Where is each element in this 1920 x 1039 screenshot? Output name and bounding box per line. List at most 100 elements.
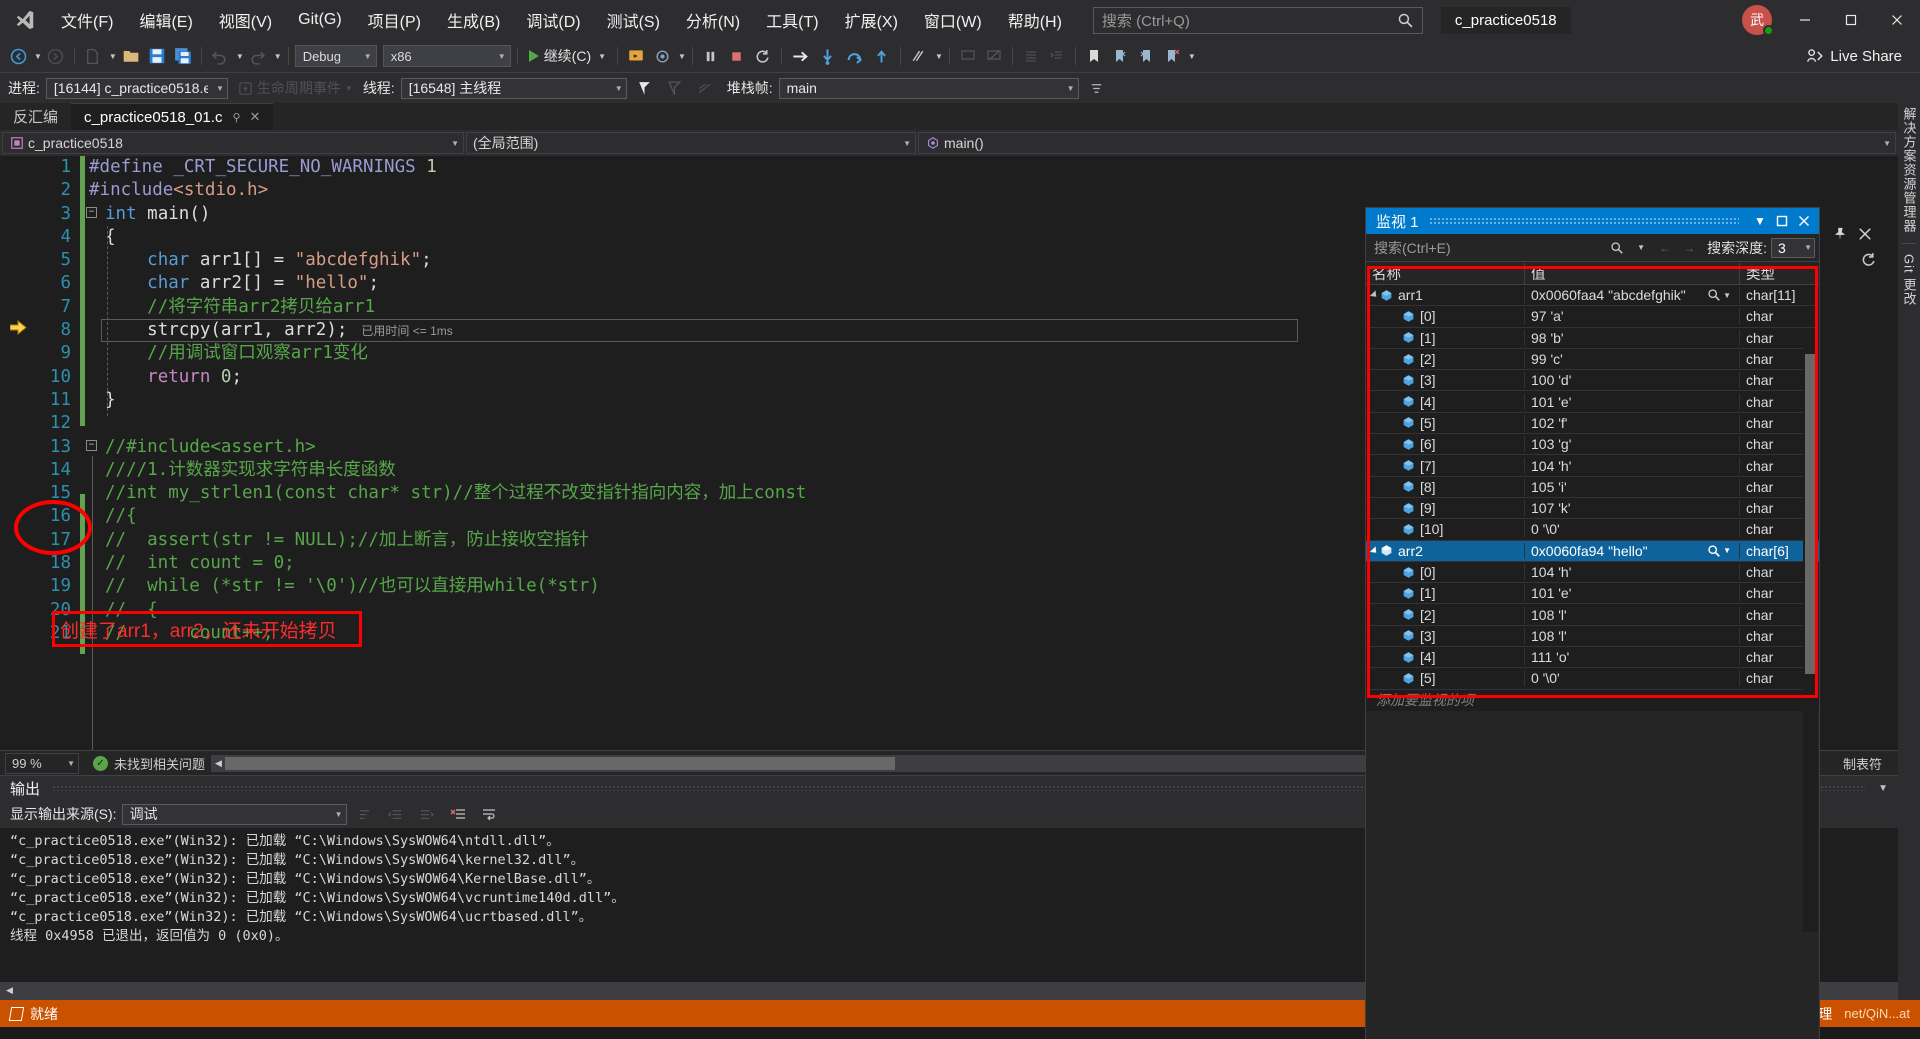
go-to-next-icon[interactable] <box>414 803 440 825</box>
global-search-input[interactable]: 搜索 (Ctrl+Q) <box>1092 6 1423 34</box>
table-row[interactable]: [10] 0 '\0' char <box>1366 519 1819 541</box>
table-row[interactable]: [5] 0 '\0' char <box>1366 668 1819 690</box>
table-row[interactable]: [8] 105 'i' char <box>1366 477 1819 498</box>
avatar[interactable]: 武 <box>1742 5 1774 36</box>
minimize-button[interactable] <box>1782 0 1828 40</box>
visualizer-chevron-down-icon[interactable]: ▼ <box>1723 291 1731 300</box>
close-icon[interactable] <box>1793 210 1815 232</box>
chevron-down-icon[interactable]: ▼ <box>1749 210 1771 232</box>
menu-debug[interactable]: 调试(D) <box>513 2 593 38</box>
watch-row-name-cell[interactable]: [1] <box>1366 330 1524 346</box>
watch-variable-value[interactable]: 0 '\0' <box>1524 521 1739 538</box>
menu-analyze[interactable]: 分析(N) <box>673 2 753 38</box>
navbar-member-select[interactable]: main() ▼ <box>918 132 1896 154</box>
save-all-icon[interactable] <box>171 44 195 68</box>
close-icon[interactable]: ✕ <box>250 109 261 125</box>
toolbar-overflow-chevron-icon[interactable]: ▼ <box>1188 52 1196 61</box>
pin-icon[interactable]: ⚲ <box>232 111 240 124</box>
save-icon[interactable] <box>145 44 169 68</box>
table-row[interactable]: [2] 99 'c' char <box>1366 349 1819 371</box>
watch-search-input[interactable]: 搜索(Ctrl+E) <box>1374 238 1603 258</box>
undo-icon[interactable] <box>208 44 232 68</box>
watch-row-name-cell[interactable]: [2] <box>1366 607 1524 623</box>
menu-git[interactable]: Git(G) <box>285 5 355 35</box>
tab-disassembly[interactable]: 反汇编 <box>0 103 71 130</box>
navbar-project-select[interactable]: c_practice0518 ▼ <box>2 132 464 154</box>
watch-variable-value[interactable]: 108 'l' <box>1524 627 1739 644</box>
watch-variable-value[interactable]: 111 'o' <box>1524 649 1739 666</box>
redo-icon[interactable] <box>246 44 270 68</box>
watch-row-name-cell[interactable]: [8] <box>1366 479 1524 495</box>
platform-select[interactable]: x86 ▼ <box>382 45 511 67</box>
watch-row-name-cell[interactable]: [1] <box>1366 585 1524 601</box>
watch-row-name-cell[interactable]: [5] <box>1366 415 1524 431</box>
editor-glyph-margin[interactable] <box>0 156 34 750</box>
text-visualizer-magnifier-icon[interactable] <box>1707 544 1721 558</box>
solution-name-chip[interactable]: c_practice0518 <box>1440 6 1571 34</box>
flag-icon[interactable] <box>633 76 657 100</box>
thread-select[interactable]: [16548] 主线程 ▼ <box>400 77 627 99</box>
watch-variable-value[interactable]: 100 'd' <box>1524 372 1739 389</box>
intellicode-chevron-down-icon[interactable]: ▼ <box>935 52 943 61</box>
watch-variable-value[interactable]: 108 'l' <box>1524 606 1739 623</box>
table-row[interactable]: [0] 97 'a' char <box>1366 306 1819 328</box>
menu-extensions[interactable]: 扩展(X) <box>832 2 911 38</box>
visualizer-chevron-down-icon[interactable]: ▼ <box>1723 546 1731 555</box>
watch-window[interactable]: 监视 1 ▼ 搜索(Ctrl+E) ▼ ← → 搜索深度: 3 ▼ 名称 值 类… <box>1365 207 1820 1039</box>
watch-variable-value[interactable]: 104 'h' <box>1524 564 1739 580</box>
watch-variable-value[interactable]: 102 'f' <box>1524 414 1739 431</box>
expander-triangle-icon[interactable] <box>1369 546 1380 556</box>
watch-row-name-cell[interactable]: [6] <box>1366 436 1524 452</box>
watch-row-name-cell[interactable]: [4] <box>1366 394 1524 410</box>
stackframe-settings-icon[interactable] <box>1085 76 1109 100</box>
menu-edit[interactable]: 编辑(E) <box>126 2 205 38</box>
watch-row-name-cell[interactable]: arr2 <box>1366 543 1524 559</box>
undo-chevron-down-icon[interactable]: ▼ <box>236 52 244 61</box>
watch-row-name-cell[interactable]: [7] <box>1366 458 1524 474</box>
hot-reload-icon[interactable] <box>624 44 648 68</box>
watch-row-name-cell[interactable]: [3] <box>1366 628 1524 644</box>
close-window-button[interactable] <box>1874 0 1920 40</box>
watch-scroll-thumb[interactable] <box>1805 354 1816 674</box>
expander-triangle-icon[interactable] <box>1369 290 1380 300</box>
fold-toggle-comment-block[interactable]: − <box>86 440 97 451</box>
table-row[interactable]: [6] 103 'g' char <box>1366 434 1819 456</box>
navigate-back-chevron-down-icon[interactable]: ▼ <box>34 52 42 61</box>
clear-bookmarks-icon[interactable] <box>1160 44 1184 68</box>
breakpoint-settings-icon[interactable] <box>650 44 674 68</box>
watch-variable-value[interactable]: 104 'h' <box>1524 457 1739 474</box>
watch-variable-value[interactable]: 97 'a' <box>1524 308 1739 325</box>
watch-row-name-cell[interactable]: [5] <box>1366 670 1524 686</box>
table-row[interactable]: [0] 104 'h' char <box>1366 562 1819 584</box>
scroll-left-arrow-icon[interactable]: ◀ <box>6 985 13 996</box>
table-row[interactable]: [3] 108 'l' char <box>1366 626 1819 648</box>
table-row[interactable]: [4] 111 'o' char <box>1366 647 1819 669</box>
watch-dock-close-icon[interactable] <box>1858 227 1872 241</box>
word-wrap-icon[interactable] <box>476 803 502 825</box>
search-depth-input[interactable]: 3 ▼ <box>1771 237 1815 258</box>
menu-view[interactable]: 视图(V) <box>206 2 285 38</box>
watch-variable-value[interactable]: 101 'e' <box>1524 585 1739 602</box>
tab-c-practice0518-01-c[interactable]: c_practice0518_01.c ⚲ ✕ <box>71 103 274 130</box>
watch-row-name-cell[interactable]: [9] <box>1366 500 1524 516</box>
intellicode-icon[interactable] <box>907 44 931 68</box>
sidebar-item-git-changes[interactable]: Git 更改 <box>1900 254 1919 306</box>
watch-variable-value[interactable]: 98 'b' <box>1524 329 1739 346</box>
stop-icon[interactable] <box>725 44 749 68</box>
table-row[interactable]: [7] 104 'h' char <box>1366 455 1819 477</box>
new-file-icon[interactable] <box>81 44 105 68</box>
navigate-back-icon[interactable] <box>6 44 30 68</box>
previous-bookmark-icon[interactable] <box>1108 44 1132 68</box>
horizontal-scroll-thumb[interactable] <box>225 756 896 770</box>
watch-variable-value[interactable]: 103 'g' <box>1524 436 1739 453</box>
table-row[interactable]: [9] 107 'k' char <box>1366 498 1819 520</box>
watch-row-value-cell[interactable]: 0x0060fa94 "hello" ▼ <box>1524 542 1739 559</box>
watch-row-name-cell[interactable]: [10] <box>1366 521 1524 537</box>
output-pane-chevron-down-icon[interactable]: ▼ <box>1878 783 1898 794</box>
go-to-previous-icon[interactable] <box>383 803 409 825</box>
next-bookmark-icon[interactable] <box>1134 44 1158 68</box>
watch-row-name-cell[interactable]: [0] <box>1366 564 1524 580</box>
flag-thread-icon[interactable] <box>663 76 687 100</box>
redo-chevron-down-icon[interactable]: ▼ <box>274 52 282 61</box>
sidebar-item-solution-explorer[interactable]: 解决方案资源管理器 <box>1900 107 1919 233</box>
